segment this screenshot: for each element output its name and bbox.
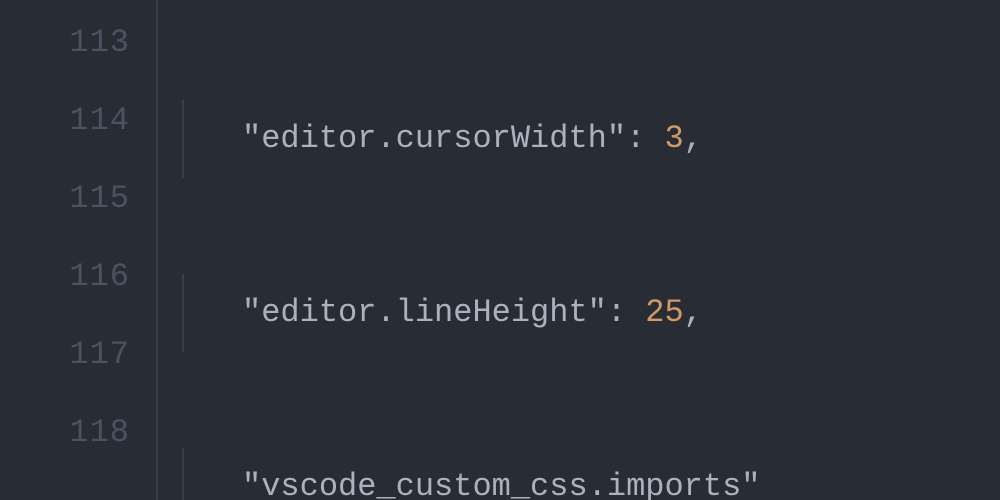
line-number: 114 bbox=[0, 82, 158, 160]
code-token: "editor.lineHeight" bbox=[242, 297, 607, 329]
code-token: : bbox=[626, 123, 664, 155]
line-number: 117 bbox=[0, 316, 158, 394]
code-token: : bbox=[607, 297, 645, 329]
line-number: 115 bbox=[0, 160, 158, 238]
line-number: 116 bbox=[0, 238, 158, 316]
code-token: 25 bbox=[645, 297, 683, 329]
code-token: , bbox=[684, 297, 703, 329]
code-token: , bbox=[684, 123, 703, 155]
code-line[interactable]: "editor.lineHeight": 25, bbox=[158, 274, 1000, 352]
code-token: 3 bbox=[664, 123, 683, 155]
code-token: "editor.cursorWidth" bbox=[242, 123, 626, 155]
code-token: "vscode_custom_css.imports" bbox=[242, 471, 760, 500]
line-number-gutter: 113 114 115 116 117 118 bbox=[0, 0, 158, 500]
code-editor[interactable]: 113 114 115 116 117 118 "editor.cursorWi… bbox=[0, 0, 1000, 500]
code-line[interactable]: "editor.cursorWidth": 3, bbox=[158, 100, 1000, 178]
code-line[interactable]: "vscode_custom_css.imports" bbox=[158, 448, 1000, 500]
code-area[interactable]: "editor.cursorWidth": 3, "editor.lineHei… bbox=[158, 0, 1000, 500]
line-number: 113 bbox=[0, 4, 158, 82]
line-number: 118 bbox=[0, 394, 158, 472]
